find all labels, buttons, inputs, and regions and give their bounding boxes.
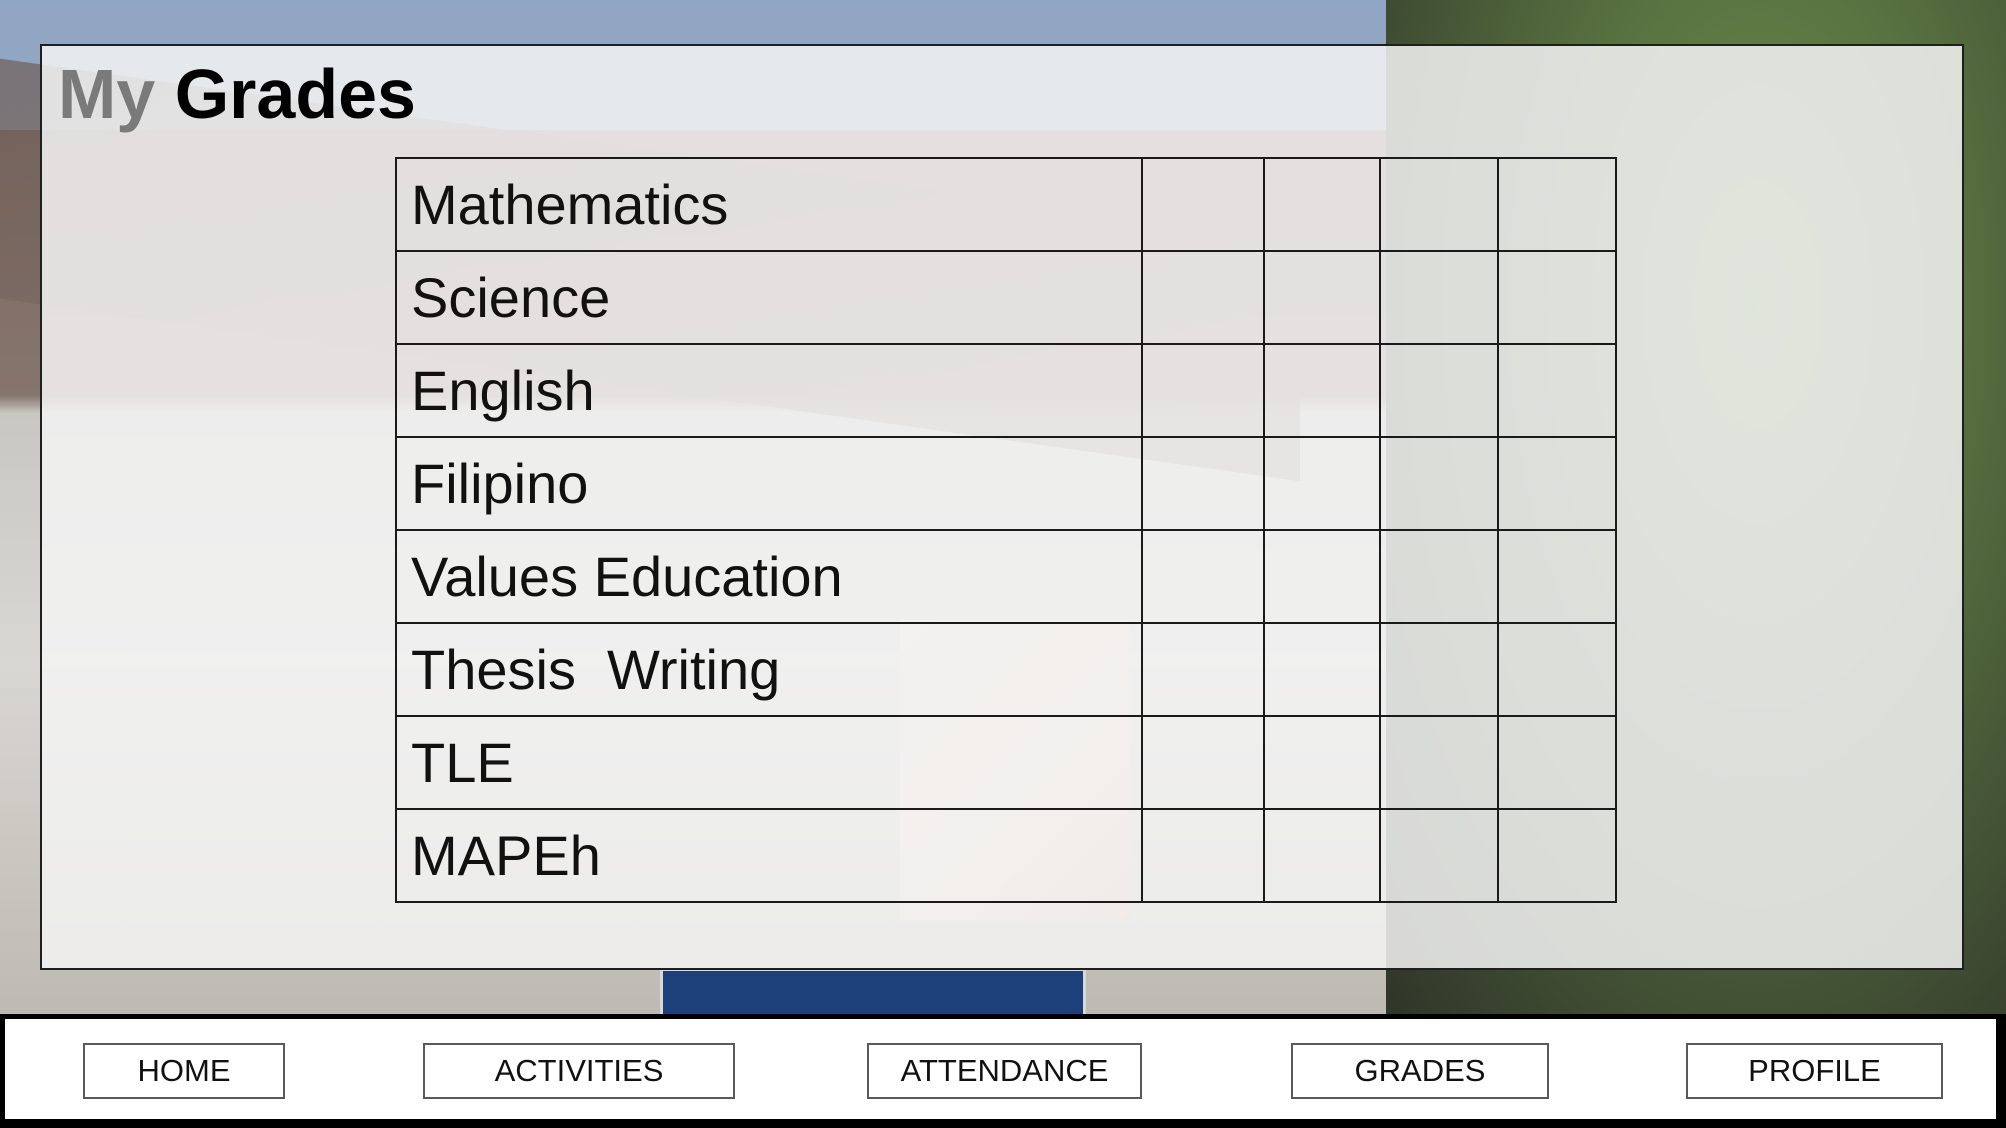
- grade-cell: [1141, 250, 1265, 345]
- grade-cell: [1379, 250, 1499, 345]
- page-title-main: Grades: [174, 55, 416, 133]
- grade-cell: [1263, 436, 1381, 531]
- grade-cell: [1379, 529, 1499, 624]
- subject-cell: English: [395, 343, 1143, 438]
- activities-button[interactable]: ACTIVITIES: [423, 1043, 735, 1099]
- grade-cell: [1141, 157, 1265, 252]
- grade-cell: [1497, 250, 1617, 345]
- grade-cell: [1497, 436, 1617, 531]
- grade-cell: [1497, 343, 1617, 438]
- grade-cell: [1141, 436, 1265, 531]
- subject-cell: Science: [395, 250, 1143, 345]
- grade-cell: [1263, 343, 1381, 438]
- grade-cell: [1379, 715, 1499, 810]
- table-row: MAPEh: [395, 808, 1617, 903]
- grade-cell: [1263, 250, 1381, 345]
- table-row: Thesis Writing: [395, 622, 1617, 717]
- bottom-nav-inner: HOME ACTIVITIES ATTENDANCE GRADES PROFIL…: [5, 1019, 1996, 1119]
- grades-button[interactable]: GRADES: [1291, 1043, 1549, 1099]
- subject-cell: TLE: [395, 715, 1143, 810]
- grade-cell: [1141, 343, 1265, 438]
- grade-cell: [1379, 157, 1499, 252]
- grade-cell: [1263, 529, 1381, 624]
- grade-cell: [1379, 808, 1499, 903]
- bottom-nav: HOME ACTIVITIES ATTENDANCE GRADES PROFIL…: [0, 1014, 2006, 1128]
- table-row: Filipino: [395, 436, 1617, 531]
- page-title: My Grades: [58, 52, 416, 136]
- table-row: Values Education: [395, 529, 1617, 624]
- table-row: TLE: [395, 715, 1617, 810]
- grade-cell: [1263, 715, 1381, 810]
- table-row: Mathematics: [395, 157, 1617, 252]
- attendance-button[interactable]: ATTENDANCE: [867, 1043, 1142, 1099]
- subject-cell: Filipino: [395, 436, 1143, 531]
- grade-cell: [1263, 808, 1381, 903]
- grades-panel: My Grades Mathematics Science English Fi…: [40, 44, 1964, 970]
- profile-button[interactable]: PROFILE: [1686, 1043, 1943, 1099]
- grade-cell: [1141, 529, 1265, 624]
- grade-cell: [1497, 157, 1617, 252]
- home-button[interactable]: HOME: [83, 1043, 285, 1099]
- grade-cell: [1497, 622, 1617, 717]
- grade-cell: [1141, 808, 1265, 903]
- subject-cell: Mathematics: [395, 157, 1143, 252]
- subject-cell: Thesis Writing: [395, 622, 1143, 717]
- signboard-image: [660, 968, 1086, 1015]
- grades-table: Mathematics Science English Filipino Val…: [395, 157, 1617, 903]
- grade-cell: [1497, 715, 1617, 810]
- grade-cell: [1379, 343, 1499, 438]
- grade-cell: [1497, 808, 1617, 903]
- subject-cell: MAPEh: [395, 808, 1143, 903]
- table-row: English: [395, 343, 1617, 438]
- grade-cell: [1497, 529, 1617, 624]
- grade-cell: [1263, 622, 1381, 717]
- grade-cell: [1141, 622, 1265, 717]
- page-title-prefix: My: [58, 55, 156, 133]
- table-row: Science: [395, 250, 1617, 345]
- subject-cell: Values Education: [395, 529, 1143, 624]
- grade-cell: [1141, 715, 1265, 810]
- grade-cell: [1379, 622, 1499, 717]
- grade-cell: [1263, 157, 1381, 252]
- grade-cell: [1379, 436, 1499, 531]
